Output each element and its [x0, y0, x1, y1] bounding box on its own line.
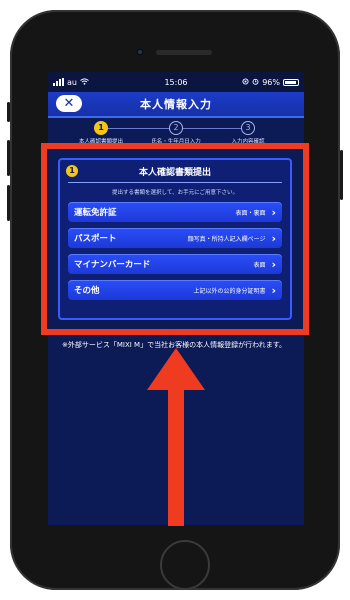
earpiece-speaker: [156, 50, 212, 55]
battery-icon: [283, 78, 299, 86]
close-button[interactable]: ✕: [56, 95, 82, 112]
volume-down-button: [7, 185, 10, 221]
app-header: ✕ 本人情報入力: [48, 92, 304, 118]
step-3: 3 入力内容確認: [208, 121, 288, 145]
annotation-highlight-box: [41, 143, 309, 335]
power-button: [340, 150, 343, 200]
clock: 15:06: [164, 77, 188, 87]
home-button[interactable]: [160, 540, 210, 590]
volume-up-button: [7, 140, 10, 176]
annotation-arrow-shaft: [168, 388, 184, 526]
step-2: 2 氏名・生年月日入力: [136, 121, 216, 145]
front-camera: [136, 48, 144, 56]
step-1: 1 本人確認書類提出: [61, 121, 141, 145]
page-title: 本人情報入力: [140, 98, 212, 111]
status-bar: au 15:06 96%: [48, 72, 304, 92]
mute-switch: [7, 102, 10, 122]
step-1-circle: 1: [94, 121, 108, 135]
step-3-circle: 3: [241, 121, 255, 135]
step-2-circle: 2: [169, 121, 183, 135]
annotation-arrow-head: [147, 348, 205, 390]
